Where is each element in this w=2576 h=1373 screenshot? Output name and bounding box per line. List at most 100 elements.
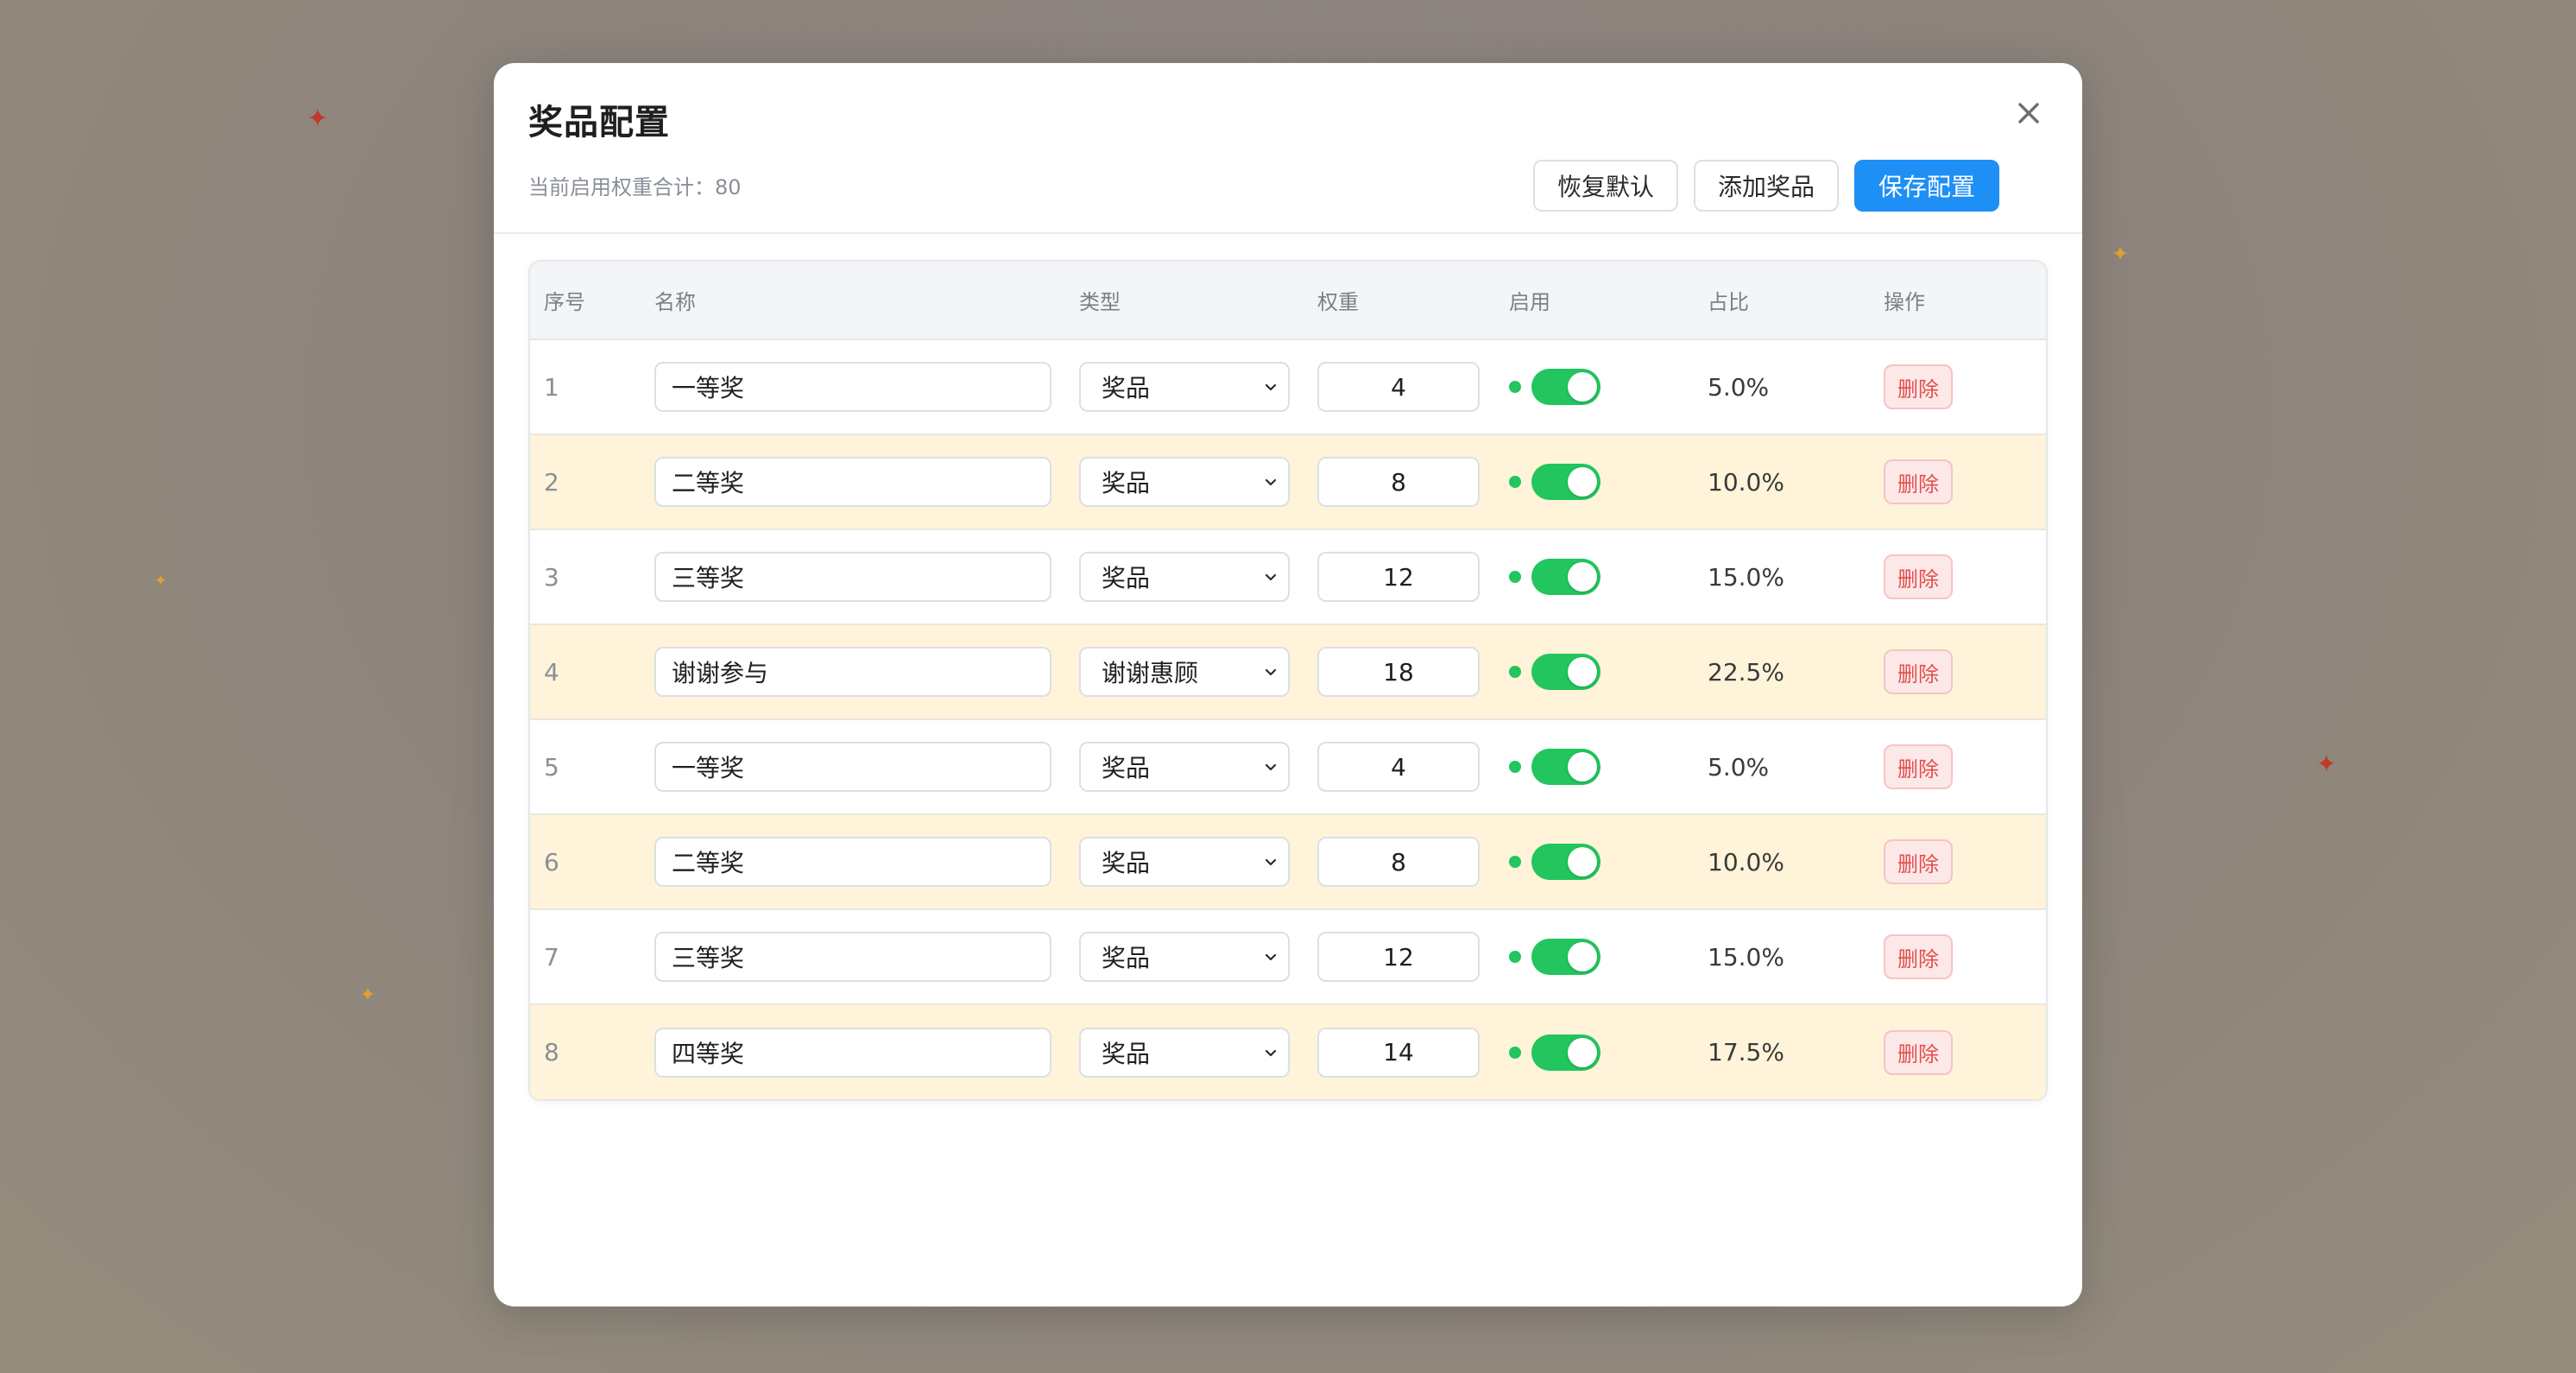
weight-cell: [1304, 1003, 1495, 1099]
weight-input[interactable]: [1317, 647, 1480, 697]
enabled-cell: [1495, 433, 1694, 529]
chevron-wrap: [1262, 1044, 1279, 1061]
chevron-down-icon: [1265, 763, 1277, 771]
chevron-down-icon: [1265, 953, 1277, 961]
table-row: 6 奖品 10.0% 删除: [530, 813, 2046, 909]
add-prize-button[interactable]: 添加奖品: [1693, 160, 1839, 212]
name-cell: [641, 718, 1065, 814]
prize-type-select[interactable]: 奖品: [1079, 742, 1290, 792]
enabled-toggle[interactable]: [1531, 1034, 1601, 1071]
toggle-knob: [1568, 752, 1597, 781]
enabled-toggle[interactable]: [1531, 939, 1601, 975]
weight-input[interactable]: [1317, 457, 1480, 507]
chevron-down-icon: [1265, 478, 1277, 486]
prize-type-select[interactable]: 谢谢惠顾: [1079, 647, 1290, 697]
enabled-toggle[interactable]: [1531, 654, 1601, 690]
chevron-wrap: [1262, 473, 1279, 490]
name-cell: [641, 623, 1065, 719]
action-cell: 删除: [1870, 908, 2046, 1004]
column-header-type: 类型: [1065, 262, 1304, 340]
ratio-cell: 15.0%: [1694, 908, 1870, 1004]
action-cell: 删除: [1870, 623, 2046, 719]
prize-name-input[interactable]: [654, 837, 1051, 887]
delete-button[interactable]: 删除: [1884, 459, 1953, 504]
type-cell: 奖品: [1065, 433, 1304, 529]
weight-cell: [1304, 908, 1495, 1004]
prize-name-input[interactable]: [654, 457, 1051, 507]
prize-type-select[interactable]: 奖品: [1079, 362, 1290, 412]
delete-button[interactable]: 删除: [1884, 1029, 1953, 1075]
weight-cell: [1304, 528, 1495, 624]
weight-input[interactable]: [1317, 742, 1480, 792]
prize-config-modal: 奖品配置 当前启用权重合计：80 恢复默认 添加奖品 保存配置 序号 名称 类型…: [494, 63, 2082, 1307]
delete-button[interactable]: 删除: [1884, 934, 1953, 979]
enabled-toggle[interactable]: [1531, 369, 1601, 405]
chevron-down-icon: [1265, 1049, 1277, 1056]
delete-button[interactable]: 删除: [1884, 364, 1953, 409]
table-row: 4 谢谢惠顾 22.5% 删除: [530, 623, 2046, 719]
enabled-toggle[interactable]: [1531, 559, 1601, 595]
prize-name-input[interactable]: [654, 1027, 1051, 1078]
weight-input[interactable]: [1317, 837, 1480, 887]
prize-type-select[interactable]: 奖品: [1079, 932, 1290, 982]
status-dot-icon: [1509, 381, 1521, 393]
status-dot-icon: [1509, 476, 1521, 488]
status-dot-icon: [1509, 856, 1521, 868]
prize-type-select[interactable]: 奖品: [1079, 1027, 1290, 1078]
delete-button[interactable]: 删除: [1884, 744, 1953, 789]
enabled-toggle[interactable]: [1531, 464, 1601, 500]
enabled-cell: [1495, 1003, 1694, 1099]
prize-type-select[interactable]: 奖品: [1079, 552, 1290, 602]
name-cell: [641, 813, 1065, 909]
table-row: 1 奖品 5.0% 删除: [530, 339, 2046, 434]
sparkle-icon: ✦: [306, 104, 329, 134]
prize-name-input[interactable]: [654, 362, 1051, 412]
toggle-knob: [1568, 372, 1597, 402]
prize-name-input[interactable]: [654, 742, 1051, 792]
prize-name-input[interactable]: [654, 647, 1051, 697]
type-cell: 奖品: [1065, 528, 1304, 624]
name-cell: [641, 433, 1065, 529]
enabled-cell: [1495, 528, 1694, 624]
weight-summary: 当前启用权重合计：80: [528, 175, 742, 199]
enabled-control: [1509, 559, 1694, 595]
enabled-cell: [1495, 718, 1694, 814]
weight-input[interactable]: [1317, 1027, 1480, 1078]
ratio-cell: 5.0%: [1694, 718, 1870, 814]
enabled-control: [1509, 369, 1694, 405]
column-header-index: 序号: [530, 262, 641, 340]
prize-type-select[interactable]: 奖品: [1079, 837, 1290, 887]
enabled-toggle[interactable]: [1531, 844, 1601, 880]
toggle-knob: [1568, 657, 1597, 686]
row-index: 1: [544, 372, 559, 402]
prize-type-value: 奖品: [1102, 374, 1151, 402]
prize-name-input[interactable]: [654, 552, 1051, 602]
row-index: 3: [530, 528, 641, 624]
status-dot-icon: [1509, 1046, 1521, 1059]
reset-default-button[interactable]: 恢复默认: [1532, 160, 1678, 212]
ratio-cell: 5.0%: [1708, 372, 1770, 402]
save-config-button[interactable]: 保存配置: [1853, 160, 1999, 212]
delete-button[interactable]: 删除: [1884, 839, 1953, 884]
delete-button[interactable]: 删除: [1884, 649, 1953, 694]
close-button[interactable]: [2008, 92, 2049, 134]
weight-input[interactable]: [1317, 552, 1480, 602]
enabled-toggle[interactable]: [1531, 749, 1601, 785]
prize-type-value: 奖品: [1102, 564, 1151, 592]
prize-type-value: 奖品: [1102, 754, 1151, 782]
status-dot-icon: [1509, 666, 1521, 678]
weight-input[interactable]: [1317, 932, 1480, 982]
table-row: 5 奖品 5.0% 删除: [530, 718, 2046, 814]
name-cell: [641, 908, 1065, 1004]
weight-input[interactable]: [1317, 362, 1480, 412]
action-cell: 删除: [1870, 813, 2046, 909]
prize-name-input[interactable]: [654, 932, 1051, 982]
delete-button[interactable]: 删除: [1884, 554, 1953, 599]
action-cell: 删除: [1870, 433, 2046, 529]
sparkle-icon: ✦: [2111, 242, 2130, 266]
prize-type-select[interactable]: 奖品: [1079, 457, 1290, 507]
column-header-name: 名称: [641, 262, 1065, 340]
chevron-down-icon: [1265, 383, 1277, 391]
row-index: 4: [530, 623, 641, 719]
ratio-cell: 22.5%: [1694, 623, 1870, 719]
